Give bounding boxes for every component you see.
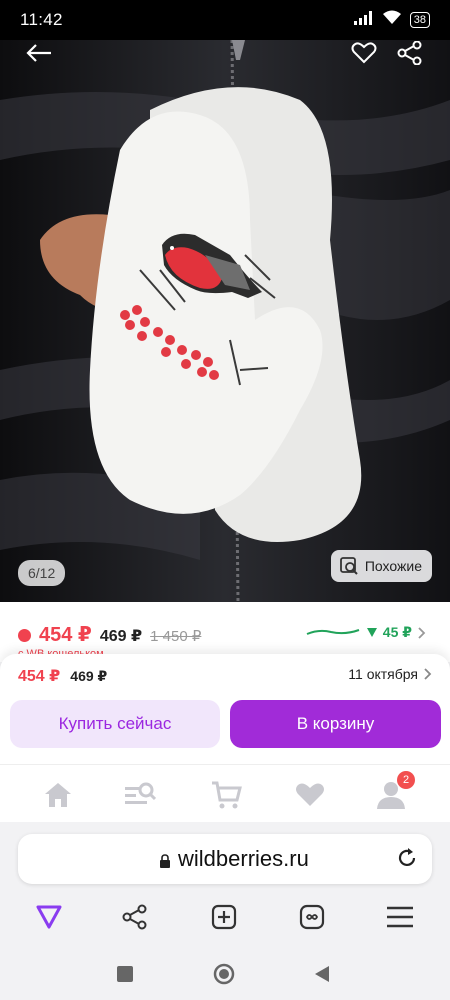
similar-button[interactable]: Похожие xyxy=(330,550,432,582)
battery-icon: 38 xyxy=(409,12,430,28)
buy-sheet: 454 ₽ 469 ₽ 11 октября Купить сейчас В к… xyxy=(0,654,450,764)
price-drop-value: 45 ₽ xyxy=(382,624,412,640)
sheet-wallet-price: 469 ₽ xyxy=(70,668,108,684)
similar-label: Похожие xyxy=(364,558,422,574)
favorites-icon xyxy=(296,783,324,806)
tab-profile[interactable]: 2 xyxy=(375,771,415,811)
new-tab-icon xyxy=(211,904,237,930)
wallet-price: 469 ₽ xyxy=(99,628,143,645)
current-price: 454 ₽ xyxy=(39,624,92,646)
browser-share-button[interactable] xyxy=(120,902,150,932)
url-text: wildberries.ru xyxy=(178,846,309,871)
image-counter: 6/12 xyxy=(18,560,66,586)
product-photo[interactable]: 6/12 Похожие xyxy=(0,40,450,602)
home-circle-icon xyxy=(213,963,235,985)
alice-icon xyxy=(36,905,62,929)
catalog-search-icon xyxy=(125,782,156,804)
back-button[interactable] xyxy=(22,40,56,68)
price-row: 454 ₽ 469 ₽ 1 450 ₽ xyxy=(18,622,201,647)
delivery-date: 11 октября xyxy=(348,666,418,682)
wifi-icon xyxy=(382,10,402,30)
product-image xyxy=(0,40,450,602)
menu-icon xyxy=(387,906,413,928)
price-trend-icon xyxy=(306,628,360,635)
sheet-current-price: 454 ₽ xyxy=(18,668,61,685)
new-tab-button[interactable] xyxy=(209,902,239,932)
favorite-button[interactable] xyxy=(348,40,380,68)
sheet-prices: 454 ₽ 469 ₽ xyxy=(18,666,107,686)
price-section: 454 ₽ 469 ₽ 1 450 ₽ 45 ₽ с WB кошельком xyxy=(0,602,450,662)
heart-icon xyxy=(351,42,377,64)
tab-cart[interactable] xyxy=(210,779,242,811)
home-nav-button[interactable] xyxy=(212,962,236,986)
add-to-cart-button[interactable]: В корзину xyxy=(230,700,441,748)
alice-button[interactable] xyxy=(34,902,64,932)
status-bar: 11:42 38 xyxy=(0,0,450,40)
cart-icon xyxy=(212,781,242,809)
share-icon xyxy=(397,41,422,65)
image-search-icon xyxy=(339,557,358,575)
share-icon xyxy=(122,904,147,930)
recents-icon xyxy=(117,966,133,982)
back-triangle-icon xyxy=(315,966,329,982)
lock-icon xyxy=(160,854,170,868)
reload-icon[interactable] xyxy=(396,847,418,869)
status-time: 11:42 xyxy=(20,10,63,29)
site-tab-bar: 2 xyxy=(0,764,450,822)
system-nav-bar xyxy=(0,950,450,1000)
triangle-down-icon xyxy=(366,628,377,637)
tab-favorites[interactable] xyxy=(294,779,326,811)
chevron-right-icon xyxy=(424,668,432,680)
delivery-date-button[interactable]: 11 октября xyxy=(348,666,432,682)
back-nav-button[interactable] xyxy=(310,962,334,986)
share-button[interactable] xyxy=(394,40,426,68)
screen: 11:42 38 6/12 Похожие 454 ₽ 469 ₽ 1 450 … xyxy=(0,0,450,1000)
profile-badge: 2 xyxy=(397,771,415,789)
status-icons: 38 xyxy=(353,10,430,30)
browser-menu-button[interactable] xyxy=(385,902,415,932)
back-arrow-icon xyxy=(26,44,51,62)
tabs-icon xyxy=(299,904,325,930)
tab-catalog[interactable] xyxy=(124,779,156,811)
address-bar[interactable]: wildberries.ru xyxy=(18,834,432,884)
home-icon xyxy=(45,783,71,807)
chevron-right-icon xyxy=(418,626,426,639)
tabs-button[interactable] xyxy=(297,902,327,932)
signal-icon xyxy=(353,10,374,30)
browser-toolbar: wildberries.ru xyxy=(0,822,450,950)
tab-home[interactable] xyxy=(42,779,74,811)
old-price: 1 450 ₽ xyxy=(150,628,202,645)
recents-button[interactable] xyxy=(113,962,137,986)
price-history-button[interactable]: 45 ₽ xyxy=(305,624,426,641)
sale-badge-icon xyxy=(18,629,31,642)
buy-now-button[interactable]: Купить сейчас xyxy=(10,700,220,748)
